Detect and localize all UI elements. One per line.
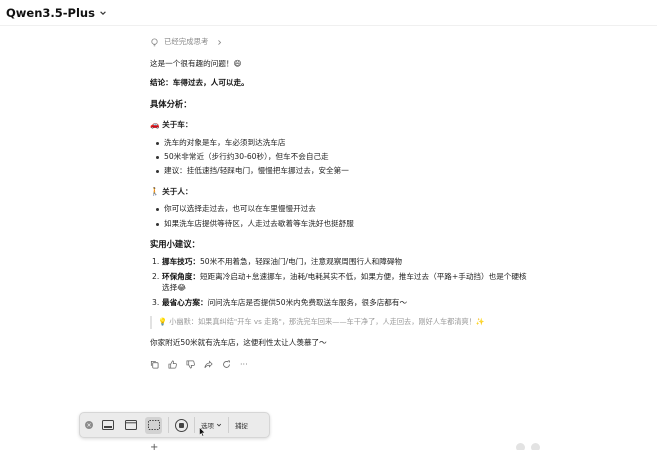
list-item: 你可以选择走过去，也可以在车里慢慢开过去 [156,203,530,214]
tip-item: 3. 最省心方案：问问洗车店是否提供50米内免费取送车服务，很多店都有～ [152,297,530,308]
selection-icon [147,420,160,430]
capture-window-button[interactable] [122,417,139,434]
tips-list: 1. 挪车技巧：50米不用着急，轻踩油门/电门，注意观察周围行人和障碍物 2. 环保… [150,256,530,308]
analysis-heading: 具体分析： [150,98,192,109]
tip-item: 2. 环保角度：短距离冷启动+怠速挪车，油耗/电耗其实不低，如果方便，推车过去（平… [152,271,530,294]
tip-number: 1. [152,257,160,267]
list-item: 洗车的对象是车，车必须到达洗车店 [156,137,530,148]
chevron-down-icon [216,423,222,427]
divider [228,417,229,433]
chat-input-bar[interactable]: + [150,440,540,450]
chevron-down-icon [100,10,106,15]
thinking-toggle[interactable]: 已经完成思考 [150,34,530,50]
capture-button[interactable]: 捕捉 [235,420,248,430]
tip-text: 50米不用着急，轻踩油门/电门，注意观察周围行人和障碍物 [199,257,403,267]
closing-text: 你家附近50米就有洗车店，这便利性太让人羡慕了～ [150,337,327,347]
message-actions: ··· [150,360,530,369]
thumbs-up-icon[interactable] [168,360,177,369]
screen-capture-toolbar: × 选项 捕捉 [79,412,270,438]
screen-icon [101,420,114,430]
tip-quote: 💡 小幽默：如果真纠结"开车 vs 走路"，那洗完车回来——车干净了，人走回去，… [150,315,530,329]
add-icon[interactable]: + [150,442,158,450]
close-icon[interactable]: × [85,421,93,429]
divider [194,417,195,433]
regenerate-icon[interactable] [222,360,231,369]
model-selector[interactable]: Qwen3.5-Plus [6,6,107,20]
person-list: 你可以选择走过去，也可以在车里慢慢开过去 如果洗车店提供等待区，人走过去歇着等车… [150,203,530,229]
capture-selection-button[interactable] [145,416,162,434]
thinking-label: 已经完成思考 [164,37,209,47]
tip-text: 短距离冷启动+怠速挪车，油耗/电耗其实不低，如果方便，推车过去（平路+手动挡）也… [162,271,527,293]
tip-number: 3. [152,297,160,307]
stop-recording-icon[interactable] [175,418,188,432]
mouse-cursor-icon [199,427,206,437]
share-icon[interactable] [204,360,213,369]
tip-text: 问问洗车店是否提供50米内免费取送车服务，很多店都有～ [207,297,408,307]
thumbs-down-icon[interactable] [186,360,195,369]
tip-bold: 挪车技巧： [162,257,200,267]
voice-icon[interactable] [516,442,525,450]
list-item: 50米非常近（步行约30-60秒），但车不会自己走 [156,151,530,162]
car-list: 洗车的对象是车，车必须到达洗车店 50米非常近（步行约30-60秒），但车不会自… [150,137,530,177]
chevron-right-icon [218,39,222,45]
car-section-title: 🚗 关于车： [150,120,193,130]
more-icon[interactable]: ··· [240,360,248,369]
person-section-title: 🚶 关于人： [150,186,193,196]
top-bar: Qwen3.5-Plus [0,0,657,26]
capture-entire-screen-button[interactable] [99,417,116,434]
list-item: 建议：挂低速挡/轻踩电门，慢慢把车挪过去，安全第一 [156,165,530,176]
tip-item: 1. 挪车技巧：50米不用着急，轻踩油门/电门，注意观察周围行人和障碍物 [152,256,530,267]
send-icon[interactable] [531,442,540,450]
intro-text: 这是一个很有趣的问题！😄 [150,59,242,68]
tip-number: 2. [152,271,160,281]
model-name: Qwen3.5-Plus [6,5,95,20]
assistant-message: 已经完成思考 这是一个很有趣的问题！😄 结论：车得过去，人可以走。 具体分析： … [150,34,530,369]
tip-bold: 最省心方案： [162,297,208,307]
list-item: 如果洗车店提供等待区，人走过去歇着等车洗好也挺舒服 [156,218,530,229]
tips-heading: 实用小建议： [150,238,200,249]
conclusion-text: 结论：车得过去，人可以走。 [150,78,249,88]
lightbulb-icon [151,37,158,46]
copy-icon[interactable] [150,360,159,369]
window-icon [124,420,137,430]
divider [168,417,169,433]
tip-bold: 环保角度： [162,271,200,281]
input-actions [516,442,540,450]
